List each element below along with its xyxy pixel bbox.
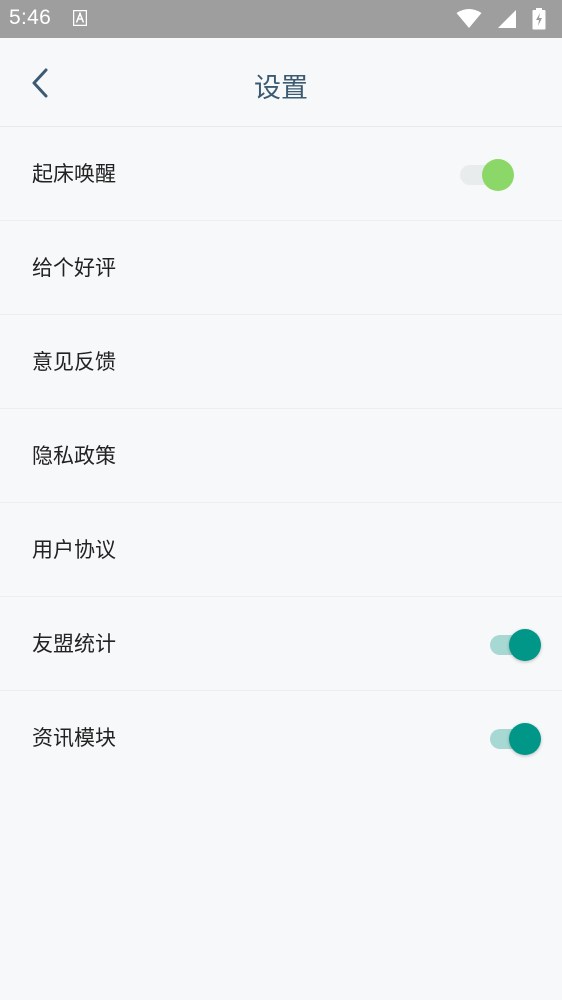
- setting-label: 资讯模块: [32, 726, 116, 750]
- wake-up-toggle[interactable]: [460, 158, 514, 192]
- setting-label: 用户协议: [32, 538, 116, 562]
- umeng-analytics-toggle[interactable]: [490, 628, 544, 662]
- toggle-knob: [482, 159, 514, 191]
- status-time: 5:46: [9, 6, 52, 29]
- news-module-toggle[interactable]: [490, 722, 544, 756]
- setting-label: 给个好评: [32, 256, 116, 280]
- setting-row-umeng-analytics[interactable]: 友盟统计: [0, 597, 562, 691]
- setting-row-news-module[interactable]: 资讯模块: [0, 691, 562, 785]
- setting-row-privacy-policy[interactable]: 隐私政策: [0, 409, 562, 503]
- setting-label: 隐私政策: [32, 444, 116, 468]
- toggle-knob: [509, 723, 541, 755]
- settings-list: 起床唤醒 给个好评 意见反馈 隐私政策 用户协议 友盟统计 资讯模块: [0, 127, 562, 785]
- page-title: 设置: [254, 73, 308, 104]
- signal-icon: [498, 10, 516, 28]
- setting-label: 友盟统计: [32, 632, 116, 656]
- setting-row-feedback[interactable]: 意见反馈: [0, 315, 562, 409]
- setting-label: 起床唤醒: [32, 162, 116, 186]
- wifi-icon: [456, 9, 482, 28]
- setting-row-wake-up[interactable]: 起床唤醒: [0, 127, 562, 221]
- setting-row-rate-us[interactable]: 给个好评: [0, 221, 562, 315]
- status-bar: 5:46: [0, 0, 562, 38]
- text-a-icon: [73, 10, 87, 26]
- battery-charging-icon: [532, 8, 546, 30]
- setting-row-user-agreement[interactable]: 用户协议: [0, 503, 562, 597]
- title-bar: 设置: [0, 38, 562, 127]
- toggle-knob: [509, 629, 541, 661]
- setting-label: 意见反馈: [32, 350, 116, 374]
